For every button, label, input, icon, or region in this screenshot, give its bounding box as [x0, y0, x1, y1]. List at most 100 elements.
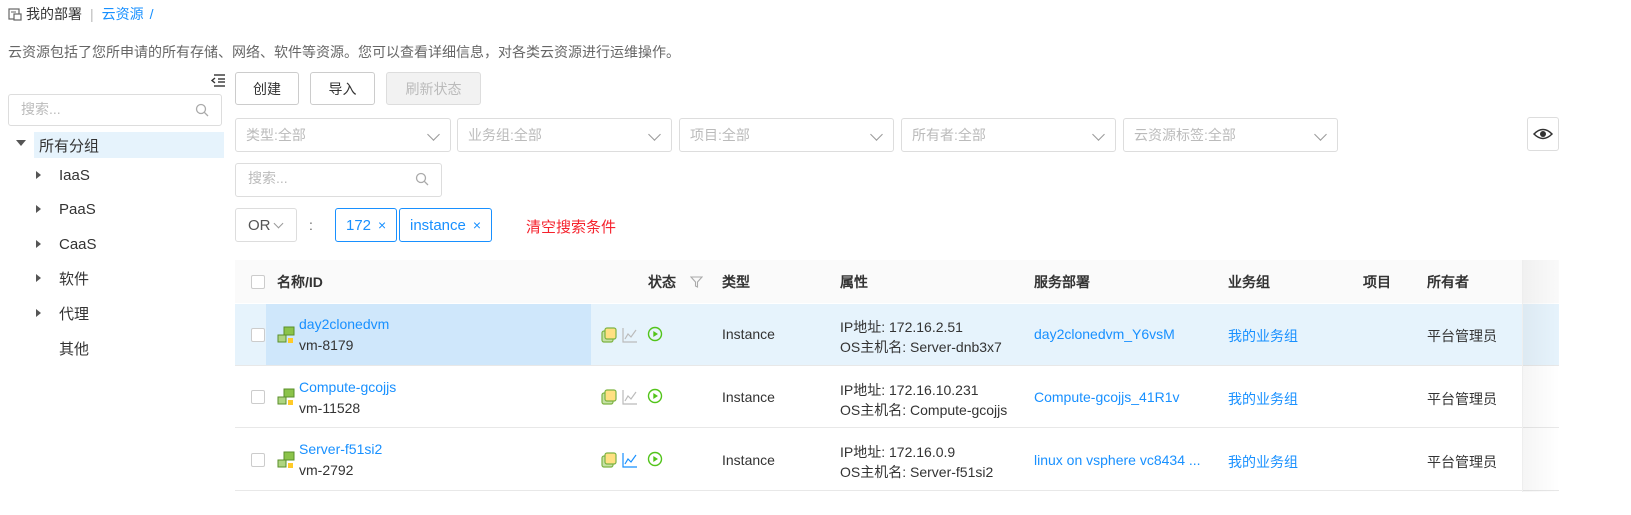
search-icon[interactable]: [195, 103, 209, 117]
condition-colon: :: [309, 217, 313, 233]
column-header-status[interactable]: 状态: [648, 272, 676, 292]
close-icon[interactable]: ×: [378, 217, 386, 233]
resource-name-link[interactable]: day2clonedvm: [299, 316, 389, 332]
caret-right-icon[interactable]: [36, 274, 41, 282]
chevron-down-icon: [870, 128, 883, 141]
service-deploy-link[interactable]: day2clonedvm_Y6vsM: [1034, 326, 1175, 342]
service-deploy-link[interactable]: linux on vsphere vc8434 ...: [1034, 452, 1201, 468]
chevron-down-icon: [1314, 128, 1327, 141]
chevron-down-icon: [1092, 128, 1105, 141]
filter-tag-value: 云资源标签:全部: [1134, 127, 1236, 143]
business-group-link[interactable]: 我的业务组: [1228, 389, 1298, 409]
resource-ip: IP地址: 172.16.10.231: [840, 382, 979, 398]
column-header-deploy[interactable]: 服务部署: [1034, 272, 1090, 292]
tree-item-software[interactable]: 软件: [36, 266, 89, 290]
filter-business-group-select[interactable]: 业务组:全部: [457, 118, 672, 152]
filter-business-group-value: 业务组:全部: [468, 127, 542, 143]
tree-item-caas[interactable]: CaaS: [36, 232, 97, 256]
filter-owner-value: 所有者:全部: [912, 127, 986, 143]
resource-search-box: [235, 163, 442, 197]
resource-search-input[interactable]: [236, 164, 420, 192]
service-deploy-link[interactable]: Compute-gcojjs_41R1v: [1034, 389, 1180, 405]
row-checkbox[interactable]: [251, 328, 265, 342]
caret-down-icon[interactable]: [16, 140, 26, 146]
breadcrumb: 我的部署 | 云资源 /: [8, 4, 154, 24]
tree-item-paas[interactable]: PaaS: [36, 197, 96, 221]
tree-item-proxy[interactable]: 代理: [36, 301, 89, 325]
filter-icon[interactable]: [690, 276, 703, 288]
tree-root-label: 所有分组: [39, 137, 100, 155]
resource-id: vm-8179: [299, 337, 354, 353]
eye-icon: [1533, 128, 1553, 140]
resource-id: vm-11528: [299, 400, 361, 416]
resource-ip: IP地址: 172.16.0.9: [840, 444, 956, 460]
column-header-name[interactable]: 名称/ID: [277, 272, 323, 292]
column-header-attr[interactable]: 属性: [840, 272, 868, 292]
vm-icon: [277, 451, 295, 468]
vm-icon: [277, 326, 295, 343]
search-tag-label: 172: [346, 216, 372, 234]
row-checkbox[interactable]: [251, 453, 265, 467]
tree-root-all-groups[interactable]: 所有分组: [34, 132, 224, 158]
logic-operator-value: OR: [248, 216, 271, 234]
resource-hostname: OS主机名: Server-dnb3x7: [840, 339, 1002, 355]
filter-type-select[interactable]: 类型:全部: [235, 118, 451, 152]
tree-item-other[interactable]: 其他: [36, 336, 89, 360]
column-header-type[interactable]: 类型: [722, 272, 750, 292]
import-button[interactable]: 导入: [310, 72, 375, 105]
tree-search-box: [8, 94, 222, 126]
running-status-icon: [647, 388, 663, 404]
chevron-down-icon: [648, 128, 661, 141]
caret-right-icon[interactable]: [36, 171, 41, 179]
breadcrumb-home[interactable]: 我的部署: [26, 4, 82, 24]
search-icon[interactable]: [415, 172, 429, 186]
running-status-icon: [647, 451, 663, 467]
collapse-sidebar-icon[interactable]: [210, 72, 226, 88]
tree-item-label: CaaS: [59, 235, 97, 253]
tree-item-label: IaaS: [59, 166, 90, 184]
tree-item-label: 软件: [59, 270, 90, 288]
caret-right-icon[interactable]: [36, 240, 41, 248]
table-header: [235, 260, 1559, 303]
close-icon[interactable]: ×: [473, 217, 481, 233]
breadcrumb-current[interactable]: 云资源: [102, 4, 144, 24]
chevron-down-icon: [427, 128, 440, 141]
filter-tag-select[interactable]: 云资源标签:全部: [1123, 118, 1338, 152]
resource-ip: IP地址: 172.16.2.51: [840, 319, 963, 335]
row-checkbox[interactable]: [251, 390, 265, 404]
search-tag-label: instance: [410, 216, 466, 234]
caret-right-icon[interactable]: [36, 205, 41, 213]
resource-name-link[interactable]: Server-f51si2: [299, 441, 382, 457]
tree-item-label: 代理: [59, 305, 90, 323]
clear-search-link[interactable]: 清空搜索条件: [526, 216, 616, 237]
column-header-owner[interactable]: 所有者: [1427, 272, 1469, 292]
refresh-status-button[interactable]: 刷新状态: [386, 72, 481, 105]
business-group-link[interactable]: 我的业务组: [1228, 452, 1298, 472]
create-button[interactable]: 创建: [235, 72, 299, 105]
resource-hostname: OS主机名: Compute-gcojjs: [840, 402, 1008, 418]
search-tag-instance: instance ×: [399, 208, 493, 242]
column-header-project[interactable]: 项目: [1363, 272, 1391, 292]
monitor-chart-icon[interactable]: [622, 452, 638, 468]
select-all-checkbox[interactable]: [251, 275, 265, 289]
monitor-chart-icon[interactable]: [622, 327, 638, 343]
resource-name-link[interactable]: Compute-gcojjs: [299, 379, 396, 395]
resource-type: Instance: [722, 452, 775, 468]
filter-project-select[interactable]: 项目:全部: [679, 118, 894, 152]
filter-owner-select[interactable]: 所有者:全部: [901, 118, 1116, 152]
console-icon[interactable]: [601, 389, 617, 405]
column-header-group[interactable]: 业务组: [1228, 272, 1270, 292]
console-icon[interactable]: [601, 452, 617, 468]
resource-owner: 平台管理员: [1427, 328, 1497, 344]
console-icon[interactable]: [601, 327, 617, 343]
monitor-chart-icon[interactable]: [622, 389, 638, 405]
logic-operator-select[interactable]: OR: [235, 208, 297, 242]
running-status-icon: [647, 326, 663, 342]
tree-item-iaas[interactable]: IaaS: [36, 163, 90, 187]
tree-search-input[interactable]: [9, 95, 193, 123]
breadcrumb-divider: |: [90, 6, 94, 22]
column-visibility-button[interactable]: [1527, 117, 1559, 151]
caret-right-icon[interactable]: [36, 309, 41, 317]
business-group-link[interactable]: 我的业务组: [1228, 326, 1298, 346]
resource-owner: 平台管理员: [1427, 391, 1497, 407]
